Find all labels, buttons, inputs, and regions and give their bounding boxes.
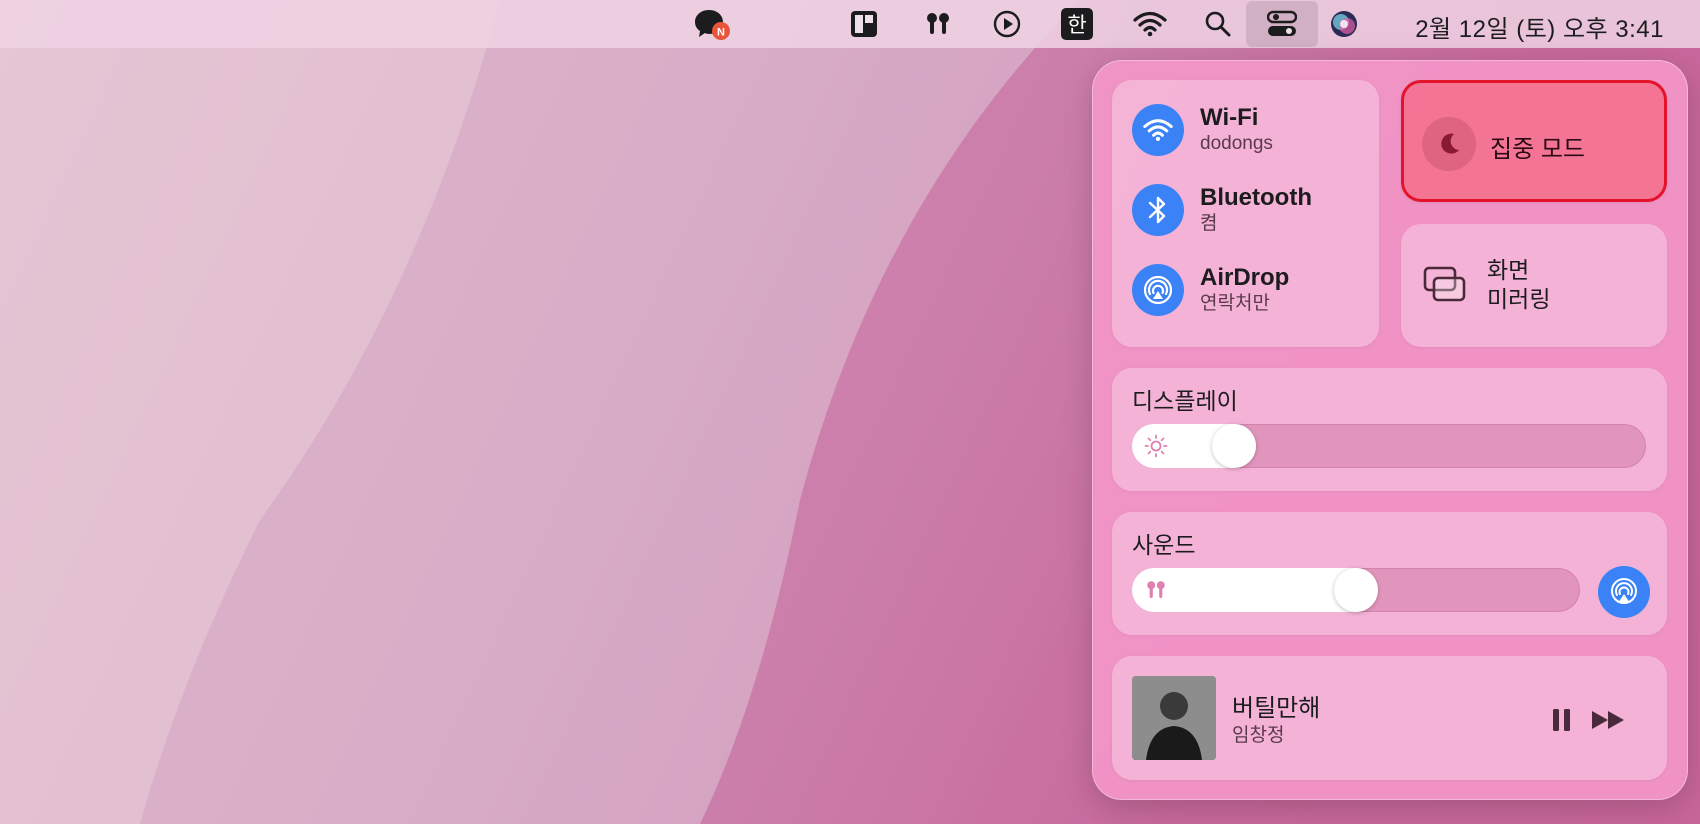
airdrop-title: AirDrop [1200, 264, 1290, 291]
screen-mirroring-label-line2: 미러링 [1487, 286, 1551, 312]
song-artist: 임창정 [1232, 725, 1285, 746]
focus-mode-label: 집중 모드 [1490, 136, 1585, 163]
brightness-slider-knob[interactable] [1212, 424, 1256, 468]
brightness-slider[interactable] [1132, 424, 1646, 468]
messenger-icon[interactable]: N [692, 6, 732, 42]
wifi-icon[interactable] [1130, 6, 1170, 42]
control-center-panel: Wi-Fi dodongs Bluetooth 켬 AirDrop 연락처만 집… [1092, 60, 1688, 800]
menubar-clock[interactable]: 2월 12일 (토) 오후 3:41 [1415, 9, 1664, 44]
svg-text:N: N [717, 27, 725, 39]
airdrop-row[interactable]: AirDrop 연락처만 [1132, 262, 1289, 318]
airdrop-status: 연락처만 [1200, 293, 1270, 314]
album-art[interactable] [1132, 676, 1216, 760]
network-tile: Wi-Fi dodongs Bluetooth 켬 AirDrop 연락처만 [1112, 80, 1379, 347]
album-art-image [1132, 676, 1216, 760]
screen-mirroring-icon [1423, 266, 1466, 302]
siri-icon[interactable] [1328, 6, 1360, 42]
airplay-audio-button[interactable] [1598, 566, 1650, 618]
sound-title: 사운드 [1132, 532, 1196, 558]
search-icon[interactable] [1202, 6, 1234, 42]
forward-icon[interactable] [1590, 708, 1628, 732]
input-method-icon[interactable]: 한 [1060, 6, 1094, 42]
control-center-icon[interactable] [1246, 1, 1318, 47]
wifi-title: Wi-Fi [1200, 104, 1259, 131]
bluetooth-row[interactable]: Bluetooth 켬 [1132, 182, 1312, 238]
wifi-toggle[interactable] [1132, 104, 1184, 156]
song-title: 버틸만해 [1232, 695, 1321, 722]
volume-slider[interactable] [1132, 568, 1580, 612]
now-playing-tile: 버틸만해 임창정 [1112, 656, 1667, 780]
play-icon[interactable] [990, 6, 1024, 42]
layout-icon[interactable] [848, 6, 880, 42]
airplay-icon [1611, 578, 1637, 604]
wifi-network-name: dodongs [1200, 133, 1273, 154]
focus-toggle[interactable] [1422, 117, 1476, 171]
bluetooth-title: Bluetooth [1200, 184, 1312, 211]
display-tile: 디스플레이 [1112, 368, 1667, 491]
menu-bar: N 한 2월 12일 (토) 오후 3:41 [0, 0, 1700, 48]
airpods-icon [1147, 581, 1165, 598]
airpods-icon[interactable] [920, 6, 956, 42]
wifi-row[interactable]: Wi-Fi dodongs [1132, 102, 1273, 158]
display-title: 디스플레이 [1132, 388, 1238, 414]
volume-slider-knob[interactable] [1334, 568, 1378, 612]
bluetooth-icon [1148, 196, 1166, 224]
input-method-label: 한 [1061, 8, 1093, 40]
bluetooth-toggle[interactable] [1132, 184, 1184, 236]
wifi-icon [1143, 119, 1173, 141]
bluetooth-status: 켬 [1200, 213, 1218, 234]
sun-icon [1144, 434, 1168, 458]
sound-tile: 사운드 [1112, 512, 1667, 635]
moon-icon [1441, 133, 1459, 154]
screen-mirroring-label-line1: 화면 [1487, 257, 1530, 283]
focus-mode-tile[interactable]: 집중 모드 [1401, 80, 1667, 202]
pause-icon[interactable] [1550, 706, 1574, 734]
screen-mirroring-tile[interactable]: 화면 미러링 [1401, 224, 1667, 347]
airdrop-icon [1143, 275, 1173, 305]
airdrop-toggle[interactable] [1132, 264, 1184, 316]
